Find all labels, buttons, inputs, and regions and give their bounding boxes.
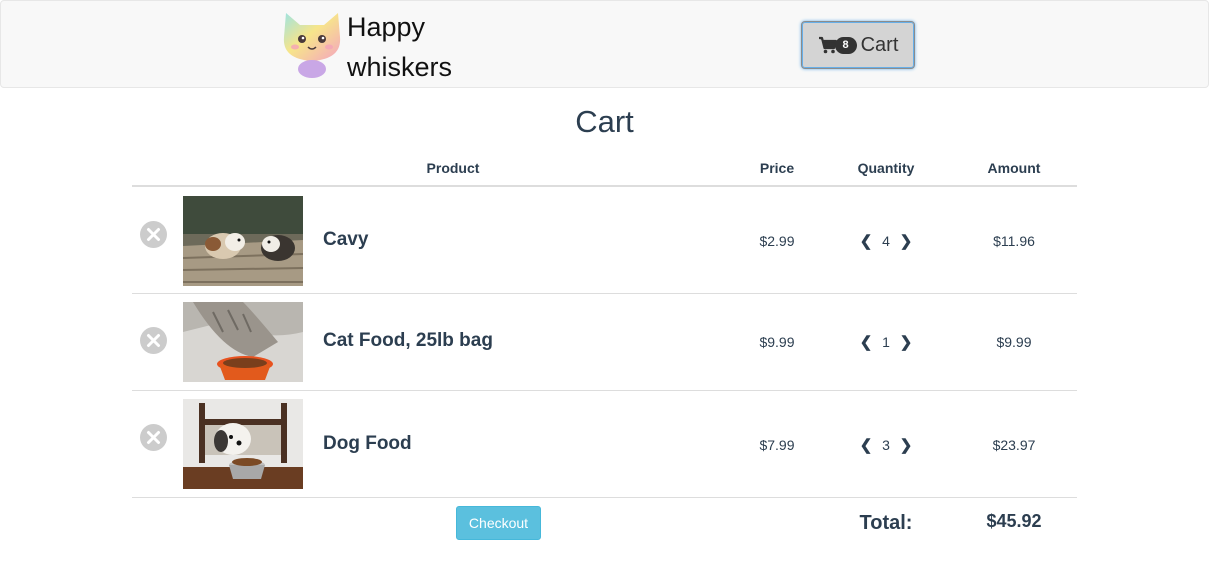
dog-food-product-image bbox=[183, 399, 303, 489]
remove-item-button[interactable] bbox=[140, 424, 167, 451]
close-icon bbox=[147, 334, 160, 347]
remove-item-button[interactable] bbox=[140, 327, 167, 354]
quantity-value: 1 bbox=[882, 334, 890, 350]
decrease-quantity-button[interactable]: ❮ bbox=[859, 436, 873, 454]
cart-label: Cart bbox=[860, 33, 899, 56]
increase-quantity-button[interactable]: ❯ bbox=[899, 333, 913, 351]
navbar: Happy whiskers 8 Cart bbox=[0, 0, 1209, 88]
brand-name[interactable]: Happy whiskers bbox=[347, 7, 477, 87]
item-amount: $9.99 bbox=[996, 334, 1032, 350]
cart-footer: Checkout Total: $45.92 bbox=[132, 498, 1077, 554]
column-header-amount: Amount bbox=[987, 160, 1041, 176]
column-header-quantity: Quantity bbox=[857, 160, 915, 176]
product-name[interactable]: Cat Food, 25lb bag bbox=[323, 330, 493, 352]
item-price: $9.99 bbox=[759, 334, 795, 350]
item-price: $7.99 bbox=[759, 437, 795, 453]
total-label: Total: bbox=[859, 512, 913, 534]
total-value: $45.92 bbox=[986, 511, 1042, 531]
quantity-stepper: ❮ 4 ❯ bbox=[846, 232, 926, 250]
brand-line-1: Happy bbox=[347, 12, 426, 42]
quantity-value: 3 bbox=[882, 437, 890, 453]
column-header-product: Product bbox=[426, 160, 480, 176]
quantity-stepper: ❮ 3 ❯ bbox=[846, 436, 926, 454]
quantity-stepper: ❮ 1 ❯ bbox=[846, 333, 926, 351]
cat-food-product-image bbox=[183, 302, 303, 382]
cat-logo-icon[interactable] bbox=[280, 9, 344, 79]
column-header-price: Price bbox=[759, 160, 795, 176]
cavy-product-image bbox=[183, 196, 303, 286]
product-name[interactable]: Dog Food bbox=[323, 433, 412, 455]
table-header: Product Price Quantity Amount bbox=[132, 150, 1077, 187]
cart-table: Product Price Quantity Amount Cavy $2.99 bbox=[132, 150, 1077, 554]
decrease-quantity-button[interactable]: ❮ bbox=[859, 232, 873, 250]
decrease-quantity-button[interactable]: ❮ bbox=[859, 333, 873, 351]
increase-quantity-button[interactable]: ❯ bbox=[899, 436, 913, 454]
close-icon bbox=[147, 431, 160, 444]
close-icon bbox=[147, 228, 160, 241]
cart-button[interactable]: 8 Cart bbox=[801, 21, 915, 69]
item-amount: $11.96 bbox=[993, 233, 1035, 249]
item-amount: $23.97 bbox=[992, 437, 1036, 453]
table-row: Cat Food, 25lb bag $9.99 ❮ 1 ❯ $9.99 bbox=[132, 294, 1077, 391]
quantity-value: 4 bbox=[882, 233, 890, 249]
table-row: Dog Food $7.99 ❮ 3 ❯ $23.97 bbox=[132, 391, 1077, 498]
item-price: $2.99 bbox=[759, 233, 795, 249]
page-title: Cart bbox=[575, 104, 634, 139]
table-row: Cavy $2.99 ❮ 4 ❯ $11.96 bbox=[132, 187, 1077, 294]
cart-count-badge: 8 bbox=[834, 36, 857, 54]
brand-line-2: whiskers bbox=[347, 52, 453, 82]
checkout-button[interactable]: Checkout bbox=[456, 506, 541, 540]
product-name[interactable]: Cavy bbox=[323, 229, 368, 251]
increase-quantity-button[interactable]: ❯ bbox=[899, 232, 913, 250]
remove-item-button[interactable] bbox=[140, 221, 167, 248]
